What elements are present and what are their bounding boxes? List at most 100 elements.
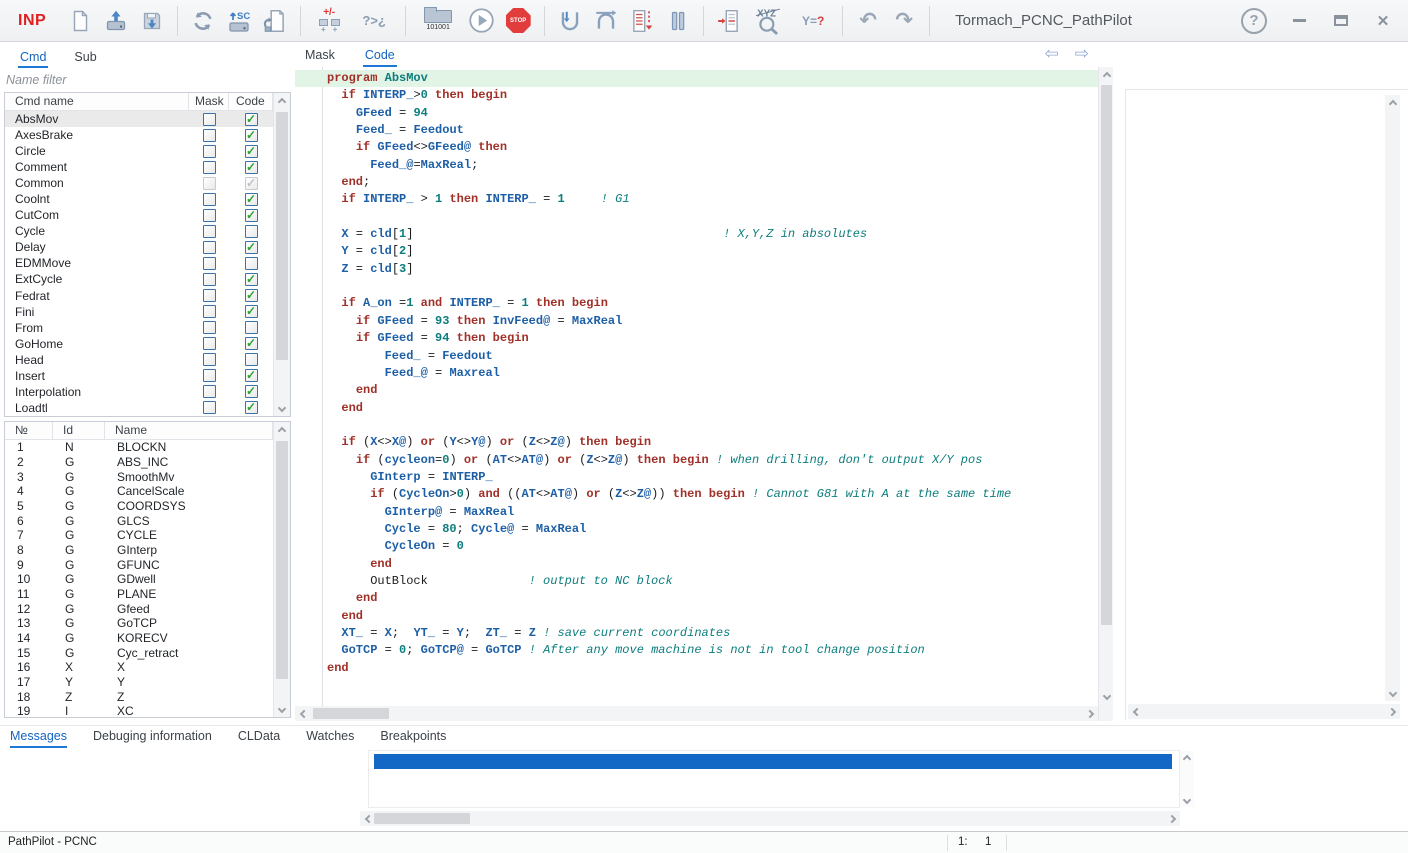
- mask-checkbox[interactable]: [203, 113, 216, 126]
- code-line[interactable]: XT_ = X; YT_ = Y; ZT_ = Z ! save current…: [295, 625, 1098, 642]
- import-post-button[interactable]: [259, 3, 291, 39]
- plusminus-params-button[interactable]: +/- ++: [310, 3, 348, 39]
- mask-checkbox[interactable]: [203, 369, 216, 382]
- table-row[interactable]: GoHome: [5, 336, 273, 352]
- scroll-up-arrow[interactable]: [274, 423, 289, 438]
- code-line[interactable]: end: [295, 556, 1098, 573]
- scroll-thumb[interactable]: [1101, 85, 1112, 625]
- tab-debuging-information[interactable]: Debuging information: [93, 729, 212, 748]
- code-line[interactable]: GFeed = 94: [295, 105, 1098, 122]
- column-header-cmd-name[interactable]: Cmd name: [5, 93, 189, 110]
- mask-checkbox[interactable]: [203, 129, 216, 142]
- table-row[interactable]: 3GSmoothMv: [5, 469, 273, 484]
- table-row[interactable]: AxesBrake: [5, 127, 273, 143]
- mask-checkbox[interactable]: [203, 193, 216, 206]
- scroll-thumb[interactable]: [374, 813, 470, 824]
- code-checkbox[interactable]: [245, 225, 258, 238]
- code-line[interactable]: Feed_ = Feedout: [295, 122, 1098, 139]
- code-checkbox[interactable]: [245, 353, 258, 366]
- code-line[interactable]: Z = cld[3]: [295, 261, 1098, 278]
- table-row[interactable]: 8GGInterp: [5, 543, 273, 558]
- mask-checkbox[interactable]: [203, 385, 216, 398]
- stop-button[interactable]: STOP: [501, 3, 535, 39]
- scroll-right-arrow[interactable]: [1082, 706, 1097, 721]
- table-row[interactable]: 19IXC: [5, 704, 273, 717]
- table-row[interactable]: Delay: [5, 239, 273, 255]
- code-line[interactable]: if GFeed = 94 then begin: [295, 330, 1098, 347]
- close-button[interactable]: ✕: [1368, 8, 1398, 34]
- tab-breakpoints[interactable]: Breakpoints: [380, 729, 446, 748]
- pause-button[interactable]: [662, 3, 694, 39]
- mask-checkbox[interactable]: [203, 241, 216, 254]
- navigate-back-icon[interactable]: ⇦: [1045, 46, 1059, 63]
- scroll-thumb[interactable]: [313, 708, 389, 719]
- code-checkbox[interactable]: [245, 193, 258, 206]
- code-line[interactable]: GInterp = INTERP_: [295, 469, 1098, 486]
- mask-checkbox[interactable]: [203, 305, 216, 318]
- code-checkbox[interactable]: [245, 321, 258, 334]
- code-line[interactable]: if (CycleOn>0) and ((AT<>AT@) or (Z<>Z@)…: [295, 486, 1098, 503]
- table-row[interactable]: 14GKORECV: [5, 631, 273, 646]
- messages-vscrollbar[interactable]: [1180, 751, 1194, 807]
- code-checkbox[interactable]: [245, 305, 258, 318]
- code-line[interactable]: X = cld[1] ! X,Y,Z in absolutes: [295, 226, 1098, 243]
- code-checkbox[interactable]: [245, 273, 258, 286]
- code-line[interactable]: [295, 417, 1098, 434]
- cmd-table-scrollbar[interactable]: [273, 93, 290, 416]
- code-line[interactable]: if INTERP_ > 1 then INTERP_ = 1 ! G1: [295, 191, 1098, 208]
- restore-button[interactable]: [1326, 8, 1356, 34]
- table-row[interactable]: From: [5, 320, 273, 336]
- mask-checkbox[interactable]: [203, 337, 216, 350]
- code-editor[interactable]: program AbsMov if INTERP_>0 then begin G…: [295, 67, 1098, 706]
- table-row[interactable]: 13GGoTCP: [5, 616, 273, 631]
- new-file-button[interactable]: [64, 3, 96, 39]
- scroll-up-arrow[interactable]: [1099, 68, 1114, 83]
- editor-vscrollbar[interactable]: [1098, 67, 1113, 721]
- scroll-up-arrow[interactable]: [1180, 751, 1194, 766]
- tab-sub[interactable]: Sub: [72, 48, 98, 68]
- table-row[interactable]: Insert: [5, 368, 273, 384]
- code-line[interactable]: program AbsMov: [295, 70, 1098, 87]
- step-over-button[interactable]: [590, 3, 622, 39]
- scroll-left-arrow[interactable]: [1129, 704, 1144, 719]
- code-line[interactable]: CycleOn = 0: [295, 538, 1098, 555]
- code-line[interactable]: Feed_@ = Maxreal: [295, 365, 1098, 382]
- mask-checkbox[interactable]: [203, 353, 216, 366]
- table-row[interactable]: 18ZZ: [5, 689, 273, 704]
- mask-checkbox[interactable]: [203, 257, 216, 270]
- secondary-hscrollbar[interactable]: [1128, 704, 1400, 719]
- code-line[interactable]: end: [295, 382, 1098, 399]
- open-button[interactable]: [100, 3, 132, 39]
- code-checkbox[interactable]: [245, 113, 258, 126]
- register-table-scrollbar[interactable]: [273, 422, 290, 717]
- table-row[interactable]: 16XX: [5, 660, 273, 675]
- code-checkbox[interactable]: [245, 257, 258, 270]
- table-row[interactable]: Common: [5, 175, 273, 191]
- table-row[interactable]: EDMMove: [5, 255, 273, 271]
- code-line[interactable]: Feed_@=MaxReal;: [295, 157, 1098, 174]
- editor-hscrollbar[interactable]: [295, 706, 1098, 721]
- secondary-vscrollbar[interactable]: [1385, 95, 1400, 701]
- tab-cmd[interactable]: Cmd: [18, 48, 48, 68]
- column-header-mask[interactable]: Mask: [189, 93, 229, 110]
- table-row[interactable]: 12GGfeed: [5, 601, 273, 616]
- tab-mask[interactable]: Mask: [303, 46, 337, 67]
- run-button[interactable]: [465, 3, 497, 39]
- redo-button[interactable]: ↷: [888, 3, 920, 39]
- code-checkbox[interactable]: [245, 177, 258, 190]
- table-row[interactable]: Comment: [5, 159, 273, 175]
- code-line[interactable]: Y = cld[2]: [295, 243, 1098, 260]
- column-header-id[interactable]: Id: [53, 422, 105, 439]
- table-row[interactable]: 1NBLOCKN: [5, 440, 273, 455]
- table-row[interactable]: Interpolation: [5, 384, 273, 400]
- undo-button[interactable]: ↶: [852, 3, 884, 39]
- table-row[interactable]: 11GPLANE: [5, 587, 273, 602]
- code-line[interactable]: GInterp@ = MaxReal: [295, 504, 1098, 521]
- mask-checkbox[interactable]: [203, 145, 216, 158]
- code-checkbox[interactable]: [245, 289, 258, 302]
- code-checkbox[interactable]: [245, 385, 258, 398]
- tab-code[interactable]: Code: [363, 46, 397, 67]
- table-row[interactable]: 5GCOORDSYS: [5, 499, 273, 514]
- code-line[interactable]: Feed_ = Feedout: [295, 348, 1098, 365]
- code-checkbox[interactable]: [245, 209, 258, 222]
